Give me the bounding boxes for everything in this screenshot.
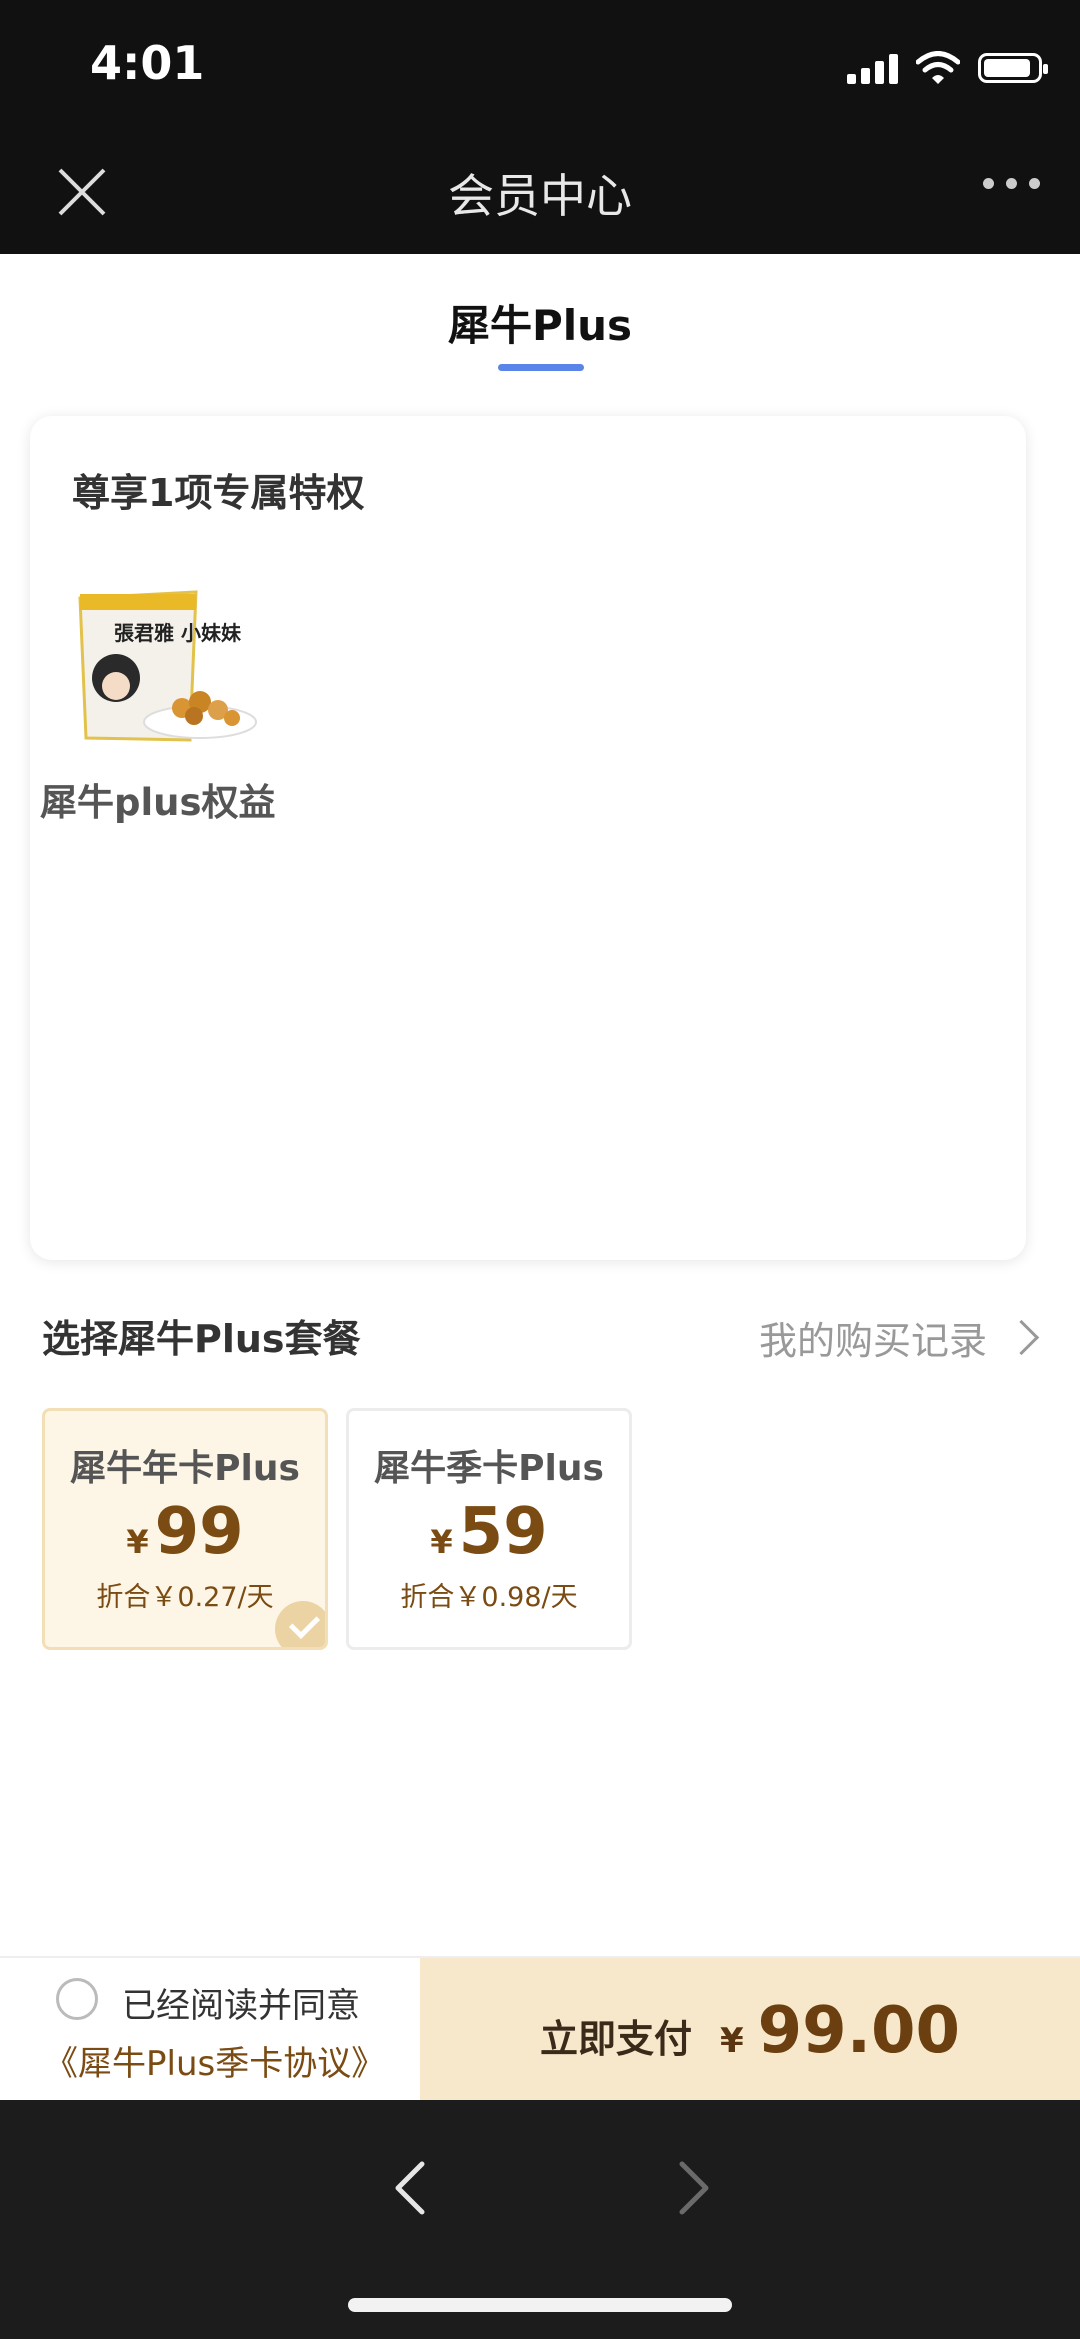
plans-section-title: 选择犀牛Plus套餐 xyxy=(42,1317,361,1361)
nav-bar: 会员中心 xyxy=(0,130,1080,254)
wifi-icon xyxy=(916,51,960,84)
status-time: 4:01 xyxy=(90,36,205,90)
plan-name: 犀牛年卡Plus xyxy=(70,1448,300,1489)
purchase-history-label: 我的购买记录 xyxy=(758,1319,987,1363)
plan-daily-price: 折合￥0.98/天 xyxy=(400,1582,578,1613)
status-icons xyxy=(847,48,1048,88)
currency-symbol: ¥ xyxy=(126,1523,149,1561)
plan-name: 犀牛季卡Plus xyxy=(374,1448,604,1489)
tab-active-indicator xyxy=(498,364,584,371)
cellular-signal-icon xyxy=(847,52,898,84)
home-indicator[interactable] xyxy=(348,2298,732,2312)
agreement-link[interactable]: 《犀牛Plus季卡协议》 xyxy=(44,2036,385,2085)
pay-now-button[interactable]: 立即支付 ¥ 99.00 xyxy=(420,1958,1080,2102)
snack-bag-image[interactable]: 張君雅 小妹妹 xyxy=(74,590,274,754)
plan-price: ¥ 59 xyxy=(349,1495,629,1569)
selected-check-icon xyxy=(275,1601,325,1647)
more-icon[interactable] xyxy=(983,178,1040,189)
agree-text: 已经阅读并同意 xyxy=(122,1986,360,2026)
back-icon[interactable] xyxy=(384,2158,444,2218)
page-title: 会员中心 xyxy=(448,169,632,223)
chevron-right-icon xyxy=(1003,1319,1040,1356)
battery-icon xyxy=(978,53,1048,83)
plan-price: ¥ 99 xyxy=(45,1495,325,1569)
pay-bar: 已经阅读并同意 《犀牛Plus季卡协议》 立即支付 ¥ 99.00 xyxy=(0,1956,1080,2102)
price-value: 59 xyxy=(458,1495,548,1569)
agreement-area: 已经阅读并同意 《犀牛Plus季卡协议》 xyxy=(0,1958,420,2102)
plan-card-annual[interactable]: 犀牛年卡Plus ¥ 99 折合￥0.27/天 xyxy=(42,1408,328,1650)
forward-icon[interactable] xyxy=(660,2158,720,2218)
currency-symbol: ¥ xyxy=(430,1523,453,1561)
privileges-title: 尊享1项专属特权 xyxy=(72,471,365,515)
status-bar: 4:01 xyxy=(0,0,1080,130)
pay-currency: ¥ xyxy=(719,2021,744,2061)
price-value: 99 xyxy=(154,1495,244,1569)
pay-amount: 99.00 xyxy=(757,1994,961,2068)
agree-radio[interactable] xyxy=(56,1978,98,2020)
plan-card-quarterly[interactable]: 犀牛季卡Plus ¥ 59 折合￥0.98/天 xyxy=(346,1408,632,1650)
benefit-label: 犀牛plus权益 xyxy=(40,781,276,824)
tab-plus[interactable]: 犀牛Plus xyxy=(0,292,1080,353)
privileges-card: 尊享1项专属特权 張君雅 小妹妹 犀牛plus权益 xyxy=(30,416,1026,1260)
snack-brand-text: 張君雅 小妹妹 xyxy=(114,621,242,645)
purchase-history-link[interactable]: 我的购买记录 xyxy=(759,1310,1040,1365)
pay-label: 立即支付 xyxy=(539,2017,692,2061)
